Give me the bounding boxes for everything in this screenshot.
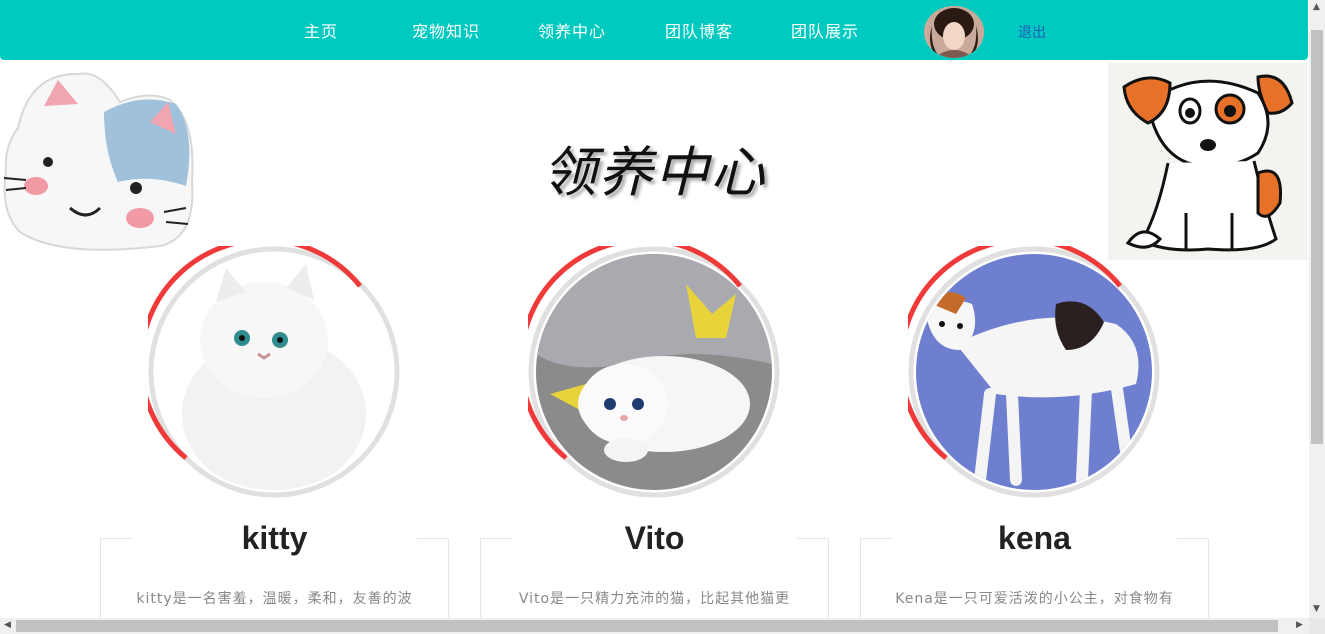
pet-photo-kitty[interactable] xyxy=(156,254,392,490)
scrollbar-corner xyxy=(1309,618,1325,634)
nav-pet-knowledge[interactable]: 宠物知识 xyxy=(412,18,480,42)
user-avatar[interactable] xyxy=(924,6,984,58)
page-title: 领养中心 xyxy=(542,141,767,204)
nav-team-showcase[interactable]: 团队展示 xyxy=(791,18,859,42)
triangle-up-icon[interactable]: ▲ xyxy=(1313,2,1320,12)
horizontal-scrollbar[interactable]: ◀ ▶ xyxy=(0,618,1309,634)
pet-name: Vito xyxy=(624,520,685,556)
logout-link[interactable]: 退出 xyxy=(1018,22,1046,42)
nav-home[interactable]: 主页 xyxy=(304,18,338,42)
pet-description: Kena是一只可爱活泼的小公主，对食物有 xyxy=(895,591,1174,607)
nav-team-blog[interactable]: 团队博客 xyxy=(665,18,733,42)
vertical-scroll-thumb[interactable] xyxy=(1311,30,1323,444)
pet-description: kitty是一名害羞，温暖，柔和，友善的波 xyxy=(136,591,413,607)
triangle-left-icon[interactable]: ◀ xyxy=(4,620,11,630)
horizontal-scroll-thumb[interactable] xyxy=(16,620,1278,632)
pet-description: Vito是一只精力充沛的猫，比起其他猫更 xyxy=(518,591,791,607)
pet-photo-vito[interactable] xyxy=(536,254,772,490)
triangle-right-icon[interactable]: ▶ xyxy=(1296,620,1303,630)
vertical-scrollbar[interactable]: ▲ ▼ xyxy=(1309,0,1325,618)
pet-photo-kena[interactable] xyxy=(916,254,1152,490)
pet-name: kena xyxy=(998,520,1071,556)
triangle-down-icon[interactable]: ▼ xyxy=(1313,604,1320,614)
pet-name: kitty xyxy=(241,520,308,556)
top-navbar: 主页 宠物知识 领养中心 团队博客 团队展示 退出 xyxy=(0,0,1308,60)
page-viewport: 主页 宠物知识 领养中心 团队博客 团队展示 退出 领养中心 kitty kit… xyxy=(0,0,1309,618)
nav-adoption-center[interactable]: 领养中心 xyxy=(538,18,606,42)
